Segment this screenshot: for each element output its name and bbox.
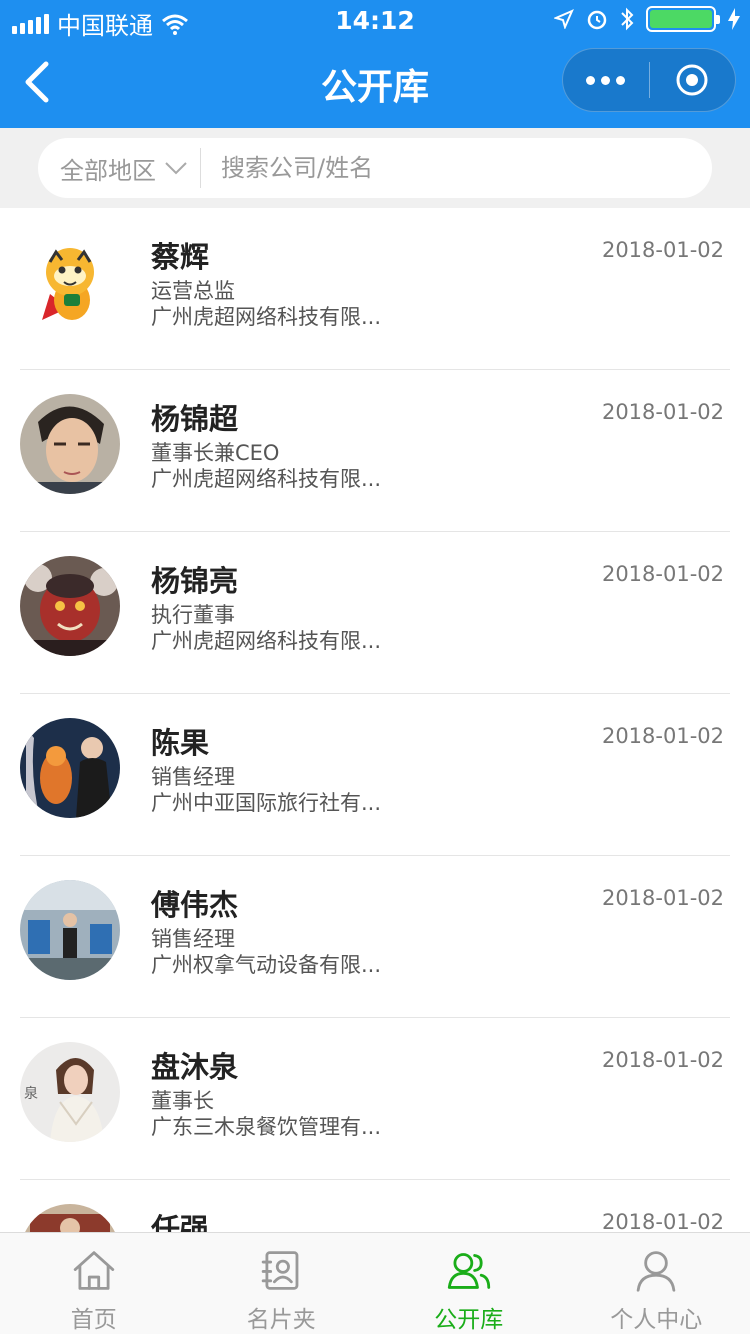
contact-info: 任强 [151, 1208, 551, 1232]
avatar [20, 394, 120, 494]
contact-row[interactable]: 杨锦超 董事长兼CEO 广州虎超网络科技有限... 2018-01-02 [20, 370, 730, 532]
public-library-icon [447, 1253, 490, 1289]
tab-label: 公开库 [434, 1307, 504, 1333]
search-area: 全部地区 [0, 128, 750, 208]
tab-item[interactable]: 个人中心 [563, 1233, 750, 1334]
region-selector[interactable]: 全部地区 [38, 151, 188, 186]
bluetooth-icon [621, 7, 634, 31]
contact-row[interactable]: 杨锦亮 执行董事 广州虎超网络科技有限... 2018-01-02 [20, 532, 730, 694]
search-input[interactable] [221, 154, 661, 182]
contact-info: 盘沐泉 董事长 广东三木泉餐饮管理有... [151, 1046, 551, 1140]
tab-bar: 首页 名片夹 公开库 个人中心 [0, 1232, 750, 1334]
avatar [20, 718, 120, 818]
search-box: 全部地区 [38, 138, 712, 198]
header: 中国联通 14:12 公开库 [0, 0, 750, 128]
contact-name: 傅伟杰 [151, 888, 239, 922]
contact-title: 执行董事 [151, 603, 235, 627]
contact-company: 广州中亚国际旅行社有... [151, 791, 382, 815]
contact-name: 任强 [151, 1212, 210, 1232]
status-right [554, 6, 740, 32]
home-icon [73, 1251, 114, 1290]
contact-company: 广东三木泉餐饮管理有... [151, 1115, 382, 1139]
battery-icon [646, 6, 720, 32]
contact-company: 广州虎超网络科技有限... [151, 305, 382, 329]
contact-info: 陈果 销售经理 广州中亚国际旅行社有... [151, 722, 551, 816]
contact-date: 2018-01-02 [601, 238, 724, 262]
contact-info: 蔡辉 运营总监 广州虎超网络科技有限... [151, 236, 551, 330]
contact-date: 2018-01-02 [601, 562, 724, 586]
avatar [20, 232, 120, 332]
close-miniprogram-button[interactable] [650, 63, 736, 97]
contact-list: 蔡辉 运营总监 广州虎超网络科技有限... 2018-01-02 杨锦超 董事长… [0, 208, 750, 1232]
contact-row[interactable]: 傅伟杰 销售经理 广州权拿气动设备有限... 2018-01-02 [20, 856, 730, 1018]
contact-title: 运营总监 [151, 279, 235, 303]
contact-title: 董事长 [151, 1089, 214, 1113]
contact-date: 2018-01-02 [601, 400, 724, 424]
charging-icon [728, 8, 740, 30]
contact-date: 2018-01-02 [601, 886, 724, 910]
contact-company: 广州虎超网络科技有限... [151, 629, 382, 653]
avatar: 泉 [20, 1042, 120, 1142]
contact-title: 销售经理 [151, 927, 235, 951]
tab-label: 首页 [70, 1307, 117, 1333]
contact-company: 广州虎超网络科技有限... [151, 467, 382, 491]
tab-item[interactable]: 公开库 [375, 1233, 563, 1334]
tab-label: 名片夹 [246, 1307, 316, 1333]
miniprogram-capsule [562, 48, 736, 112]
contact-info: 杨锦超 董事长兼CEO 广州虎超网络科技有限... [151, 398, 551, 492]
contact-title: 董事长兼CEO [151, 441, 280, 465]
search-divider [200, 148, 201, 188]
nav-bar: 公开库 [0, 40, 750, 128]
contact-name: 蔡辉 [151, 240, 210, 274]
avatar [20, 1204, 120, 1232]
contact-info: 傅伟杰 销售经理 广州权拿气动设备有限... [151, 884, 551, 978]
contact-date: 2018-01-02 [601, 1048, 724, 1072]
contact-date: 2018-01-02 [601, 724, 724, 748]
contact-date: 2018-01-02 [601, 1210, 724, 1232]
contact-name: 盘沐泉 [151, 1050, 239, 1084]
tab-label: 个人中心 [610, 1307, 703, 1333]
contact-title: 销售经理 [151, 765, 235, 789]
target-icon [676, 64, 708, 96]
more-button[interactable] [563, 75, 649, 85]
tab-item[interactable]: 首页 [0, 1233, 188, 1334]
contact-row[interactable]: 蔡辉 运营总监 广州虎超网络科技有限... 2018-01-02 [20, 208, 730, 370]
svg-text:泉: 泉 [24, 1085, 38, 1102]
status-bar: 中国联通 14:12 [0, 0, 750, 40]
avatar [20, 556, 120, 656]
contact-name: 杨锦超 [151, 402, 239, 436]
alarm-icon [587, 10, 607, 30]
chevron-down-icon [165, 162, 187, 175]
contact-row[interactable]: 泉 盘沐泉 董事长 广东三木泉餐饮管理有... 2018-01-02 [20, 1018, 730, 1180]
tab-item[interactable]: 名片夹 [188, 1233, 376, 1334]
contact-company: 广州权拿气动设备有限... [151, 953, 382, 977]
contact-row[interactable]: 陈果 销售经理 广州中亚国际旅行社有... 2018-01-02 [20, 694, 730, 856]
region-label: 全部地区 [60, 156, 156, 185]
person-icon [636, 1251, 676, 1292]
contact-info: 杨锦亮 执行董事 广州虎超网络科技有限... [151, 560, 551, 654]
contact-name: 杨锦亮 [151, 564, 239, 598]
card-holder-icon [261, 1251, 299, 1290]
location-icon [554, 9, 574, 29]
contact-row[interactable]: 任强 2018-01-02 [20, 1180, 730, 1232]
contact-name: 陈果 [151, 726, 210, 760]
more-dots-icon [586, 75, 596, 85]
avatar [20, 880, 120, 980]
